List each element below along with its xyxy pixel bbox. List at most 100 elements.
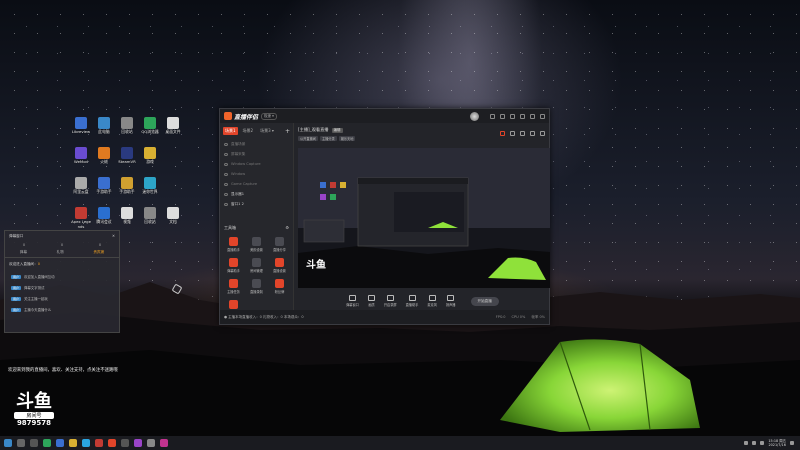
menu-icon[interactable]: [510, 113, 515, 119]
app-red-icon[interactable]: [95, 439, 103, 447]
desktop-icon[interactable]: 桌面文件: [162, 117, 184, 135]
desktop-icon[interactable]: 回收站: [116, 117, 138, 135]
version-dropdown[interactable]: 极速 ▾: [261, 112, 277, 120]
tool-button[interactable]: 直播分享: [269, 237, 290, 252]
chat-tab-gifts[interactable]: 礼物: [57, 250, 64, 255]
window-titlebar[interactable]: 直播伴侣 极速 ▾: [220, 109, 549, 123]
visibility-icon[interactable]: [224, 182, 228, 186]
steam-icon[interactable]: [121, 439, 129, 447]
tray-network-icon[interactable]: [744, 441, 749, 445]
tool-label: 房间管理: [250, 269, 263, 273]
desktop-icon[interactable]: 回收站: [139, 207, 161, 225]
desktop-icon[interactable]: 文档: [162, 207, 184, 225]
desktop-icon[interactable]: QQ浏览器: [139, 117, 161, 135]
scene-item[interactable]: Window Capture: [220, 159, 293, 169]
start-live-button[interactable]: 开始直播: [470, 296, 499, 306]
desktop-icon[interactable]: 视频: [116, 207, 138, 225]
control-button[interactable]: 麦克风: [427, 295, 437, 307]
tool-button[interactable]: 弹幕助手: [223, 258, 244, 273]
live-streaming-window[interactable]: 直播伴侣 极速 ▾ 场景1 场景2 场景3 ▾ + 直播场景 屏幕采集 Window…: [219, 108, 550, 325]
control-button[interactable]: 扬声器: [446, 295, 456, 307]
visibility-icon[interactable]: [224, 142, 228, 146]
scene-item[interactable]: Window: [220, 169, 293, 179]
fan-icon[interactable]: [520, 131, 525, 136]
chip-subcategory[interactable]: 娱乐天地: [338, 136, 356, 141]
desktop-icon[interactable]: 此电脑: [93, 117, 115, 135]
app-purple-icon[interactable]: [134, 439, 142, 447]
desktop-icon[interactable]: 手游助手: [116, 177, 138, 195]
tool-button[interactable]: 粉丝牌: [269, 279, 290, 294]
desktop-icon[interactable]: Libreview: [70, 117, 92, 135]
qq-icon[interactable]: [56, 439, 64, 447]
tab-scene-1[interactable]: 场景1: [223, 127, 238, 135]
gift-icon[interactable]: [500, 131, 505, 136]
tool-button[interactable]: 直播录制: [246, 279, 267, 294]
scene-item[interactable]: 屏幕采集: [220, 149, 293, 159]
desktop-app-icon: [167, 207, 179, 219]
app-grey-icon[interactable]: [147, 439, 155, 447]
task-view-icon[interactable]: [30, 439, 38, 447]
tool-button[interactable]: 直播助手: [223, 237, 244, 252]
visibility-icon[interactable]: [224, 162, 228, 166]
maximize-icon[interactable]: [530, 113, 535, 119]
control-button[interactable]: 画质: [367, 295, 375, 307]
add-scene-button[interactable]: +: [285, 128, 290, 135]
chat-close-icon[interactable]: ✕: [112, 234, 115, 239]
start-icon[interactable]: [4, 439, 12, 447]
chip-category[interactable]: 主播分类: [319, 136, 337, 141]
explorer-icon[interactable]: [69, 439, 77, 447]
control-button[interactable]: 弹幕窗口: [346, 295, 359, 307]
chat-tab-danmaku[interactable]: 弹幕: [20, 250, 27, 255]
wechat-icon[interactable]: [43, 439, 51, 447]
visibility-icon[interactable]: [224, 192, 228, 196]
desktop-icon[interactable]: SteamVR: [116, 147, 138, 165]
app-pink-icon[interactable]: [160, 439, 168, 447]
tab-scene-2[interactable]: 场景2: [241, 127, 256, 135]
control-button[interactable]: 直播助手: [406, 295, 418, 307]
toolbox-settings-icon[interactable]: ⚙: [285, 225, 289, 231]
scene-item[interactable]: 直播场景: [220, 139, 293, 149]
scene-item[interactable]: Game Capture: [220, 179, 293, 189]
share-icon[interactable]: [540, 131, 545, 136]
notification-icon[interactable]: [790, 441, 794, 445]
desktop-icon-label: 手游助手: [96, 189, 112, 194]
desktop-icon[interactable]: 火绒: [93, 147, 115, 165]
tool-button[interactable]: 房间管理: [246, 258, 267, 273]
desktop-icon[interactable]: 腾讯会议: [93, 207, 115, 225]
edit-title-button[interactable]: 编辑: [331, 127, 343, 133]
chip-public-room[interactable]: 公开直播间: [298, 136, 318, 141]
stream-preview[interactable]: 斗鱼: [298, 148, 550, 288]
desktop-icon[interactable]: WeMod: [70, 147, 92, 165]
visibility-icon[interactable]: [224, 202, 228, 206]
tray-volume-icon[interactable]: [752, 441, 757, 445]
tool-icon: [252, 258, 261, 267]
minimize-icon[interactable]: [520, 113, 525, 119]
search-icon[interactable]: [17, 439, 25, 447]
chat-panel[interactable]: 弹幕窗口 ✕ 0 0 0 弹幕 礼物 贵宾席 欢迎进入直播间：0 用户 欢迎加入直…: [4, 230, 120, 333]
skin-icon[interactable]: [490, 113, 495, 119]
desktop-icon[interactable]: Apex Legends: [70, 207, 92, 229]
message-icon[interactable]: [500, 113, 505, 119]
tool-button[interactable]: 主播任务: [223, 279, 244, 294]
scene-item[interactable]: 窗口1 2: [220, 199, 293, 209]
clock[interactable]: 15:18 周五 2021/7/16: [768, 439, 786, 447]
control-button[interactable]: 开启录屏: [384, 295, 397, 307]
desktop-icon[interactable]: 阿里云盘: [70, 177, 92, 195]
user-avatar[interactable]: [470, 111, 479, 121]
tool-button[interactable]: 直播设置: [269, 258, 290, 273]
desktop-icon[interactable]: 迷你世界: [139, 177, 161, 195]
cart-icon[interactable]: [530, 131, 535, 136]
tool-button[interactable]: 美颜设置: [246, 237, 267, 252]
chat-tab-vip[interactable]: 贵宾席: [93, 250, 104, 255]
tray-ime-icon[interactable]: [760, 441, 765, 445]
desktop-icon[interactable]: 游戏: [139, 147, 161, 165]
visibility-icon[interactable]: [224, 172, 228, 176]
desktop-icon[interactable]: 手游助手: [93, 177, 115, 195]
close-icon[interactable]: [540, 113, 545, 119]
tab-scene-3[interactable]: 场景3 ▾: [258, 127, 276, 135]
browser-icon[interactable]: [82, 439, 90, 447]
visibility-icon[interactable]: [224, 152, 228, 156]
scene-item[interactable]: 显示器1: [220, 189, 293, 199]
lock-icon[interactable]: [510, 131, 515, 136]
live-companion-icon[interactable]: [108, 439, 116, 447]
